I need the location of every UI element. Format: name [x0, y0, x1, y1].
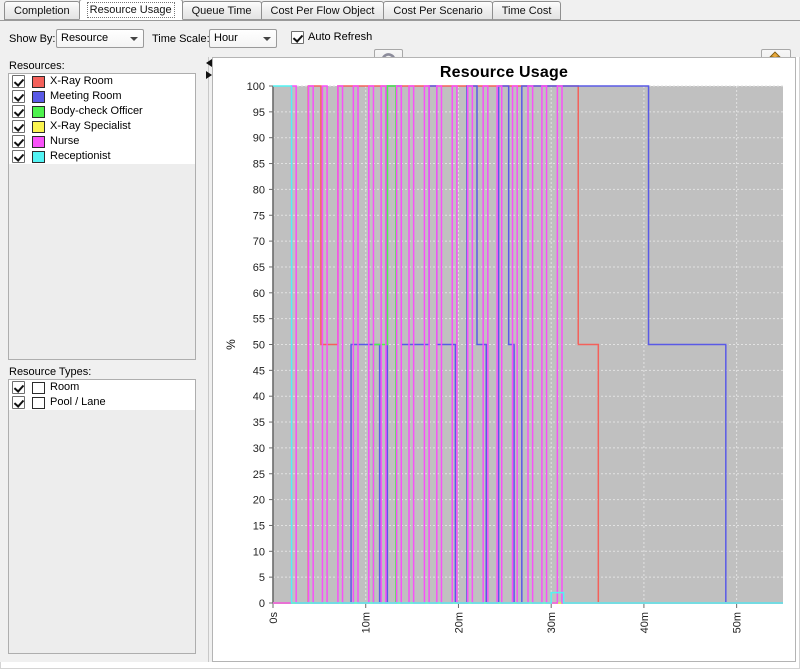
list-item-label: Pool / Lane — [50, 396, 106, 408]
color-swatch — [32, 381, 45, 394]
y-axis-title: % — [224, 339, 238, 350]
list-item-label: X-Ray Room — [50, 75, 113, 87]
y-axis-tick-label: 5 — [259, 572, 265, 584]
list-item[interactable]: X-Ray Specialist — [9, 119, 195, 134]
y-axis-tick-label: 75 — [253, 210, 265, 222]
y-axis-tick-label: 95 — [253, 107, 265, 119]
y-axis-tick-label: 15 — [253, 520, 265, 532]
auto-refresh-label: Auto Refresh — [308, 31, 373, 43]
list-item-label: Receptionist — [50, 150, 111, 162]
resource-types-label: Resource Types: — [9, 366, 92, 378]
y-axis-tick-label: 50 — [253, 340, 265, 352]
resource-checkbox[interactable] — [12, 135, 25, 148]
x-axis-tick-label: 30m — [546, 612, 558, 633]
time-scale-value: Hour — [214, 32, 238, 44]
list-item-label: Body-check Officer — [50, 105, 143, 117]
color-swatch — [32, 396, 45, 409]
list-item[interactable]: Pool / Lane — [9, 395, 195, 410]
x-axis-tick-label: 20m — [453, 612, 465, 633]
resource-checkbox[interactable] — [12, 75, 25, 88]
show-by-label: Show By: — [9, 33, 56, 45]
y-axis-tick-label: 100 — [247, 81, 265, 93]
x-axis-tick-label: 0s — [268, 612, 280, 624]
tab-cost-per-flow-object[interactable]: Cost Per Flow Object — [260, 1, 385, 20]
color-swatch — [32, 135, 45, 148]
left-panel: Resources: X-Ray Room Meeting Room Body-ch… — [0, 57, 204, 662]
y-axis-tick-label: 25 — [253, 469, 265, 481]
show-by-value: Resource — [61, 32, 109, 44]
resource-types-list: Room Pool / Lane — [9, 380, 195, 410]
tab-queue-time[interactable]: Queue Time — [181, 1, 262, 20]
list-item[interactable]: X-Ray Room — [9, 74, 195, 89]
y-axis-tick-label: 60 — [253, 288, 265, 300]
x-axis-tick-label: 40m — [639, 612, 651, 633]
show-by-select[interactable]: Resource — [56, 29, 144, 48]
resource-checkbox[interactable] — [12, 90, 25, 103]
list-item-label: Room — [50, 381, 80, 393]
list-item[interactable]: Meeting Room — [9, 89, 195, 104]
checkbox-box — [291, 31, 304, 44]
color-swatch — [32, 90, 45, 103]
resource-types-listbox[interactable]: Room Pool / Lane — [8, 379, 196, 654]
list-item[interactable]: Room — [9, 380, 195, 395]
tab-label: Queue Time — [191, 5, 252, 17]
y-axis-tick-label: 30 — [253, 443, 265, 455]
y-axis-tick-label: 20 — [253, 495, 265, 507]
x-axis-tick-label: 10m — [361, 612, 373, 633]
y-axis-tick-label: 45 — [253, 365, 265, 377]
tab-completion[interactable]: Completion — [4, 1, 80, 20]
resource-type-checkbox[interactable] — [12, 396, 25, 409]
resource-usage-chart[interactable]: 0 5 10 15 20 25 30 35 40 45 50 55 60 65 70 75 80 85 90 95 10… — [213, 58, 795, 661]
resource-checkbox[interactable] — [12, 150, 25, 163]
color-swatch — [32, 150, 45, 163]
list-item[interactable]: Body-check Officer — [9, 104, 195, 119]
x-axis-tick-label: 50m — [732, 612, 744, 633]
y-axis-tick-label: 80 — [253, 184, 265, 196]
resource-checkbox[interactable] — [12, 105, 25, 118]
tab-label: Resource Usage — [86, 2, 175, 18]
toolbar: Show By: Resource Time Scale: Hour Auto … — [0, 21, 800, 73]
auto-refresh-checkbox[interactable]: Auto Refresh — [291, 31, 372, 44]
list-item[interactable]: Nurse — [9, 134, 195, 149]
color-swatch — [32, 105, 45, 118]
tab-label: Time Cost — [501, 5, 552, 17]
list-item[interactable]: Receptionist — [9, 149, 195, 164]
tab-time-cost[interactable]: Time Cost — [491, 1, 562, 20]
tab-label: Cost Per Scenario — [393, 5, 483, 17]
color-swatch — [32, 75, 45, 88]
tab-label: Cost Per Flow Object — [270, 5, 375, 17]
list-item-label: Nurse — [50, 135, 80, 147]
y-axis-tick-label: 40 — [253, 391, 265, 403]
splitter-line — [208, 57, 209, 662]
tab-cost-per-scenario[interactable]: Cost Per Scenario — [383, 1, 493, 20]
list-item-label: Meeting Room — [50, 90, 122, 102]
list-item-label: X-Ray Specialist — [50, 120, 131, 132]
y-axis-tick-label: 70 — [253, 236, 265, 248]
chevron-down-icon — [130, 37, 138, 41]
y-axis-tick-label: 0 — [259, 598, 265, 610]
y-axis-tick-label: 55 — [253, 314, 265, 326]
resource-type-checkbox[interactable] — [12, 381, 25, 394]
tab-label: Completion — [14, 5, 70, 17]
time-scale-label: Time Scale: — [152, 33, 210, 45]
y-axis-tick-label: 85 — [253, 159, 265, 171]
chart-panel: Resource Usage 0 5 10 15 20 25 30 35 40 45 50 55 60 6… — [212, 57, 796, 662]
resources-label: Resources: — [9, 60, 65, 72]
tab-resource-usage[interactable]: Resource Usage — [78, 0, 183, 20]
resource-checkbox[interactable] — [12, 120, 25, 133]
y-axis-tick-label: 90 — [253, 133, 265, 145]
color-swatch — [32, 120, 45, 133]
tab-bar: Completion Resource Usage Queue Time Cos… — [0, 0, 800, 21]
y-axis-tick-label: 65 — [253, 262, 265, 274]
time-scale-select[interactable]: Hour — [209, 29, 277, 48]
resources-listbox[interactable]: X-Ray Room Meeting Room Body-check Officer… — [8, 73, 196, 360]
resources-list: X-Ray Room Meeting Room Body-check Officer… — [9, 74, 195, 164]
y-axis-tick-label: 10 — [253, 546, 265, 558]
y-axis-tick-label: 35 — [253, 417, 265, 429]
chevron-down-icon — [263, 37, 271, 41]
